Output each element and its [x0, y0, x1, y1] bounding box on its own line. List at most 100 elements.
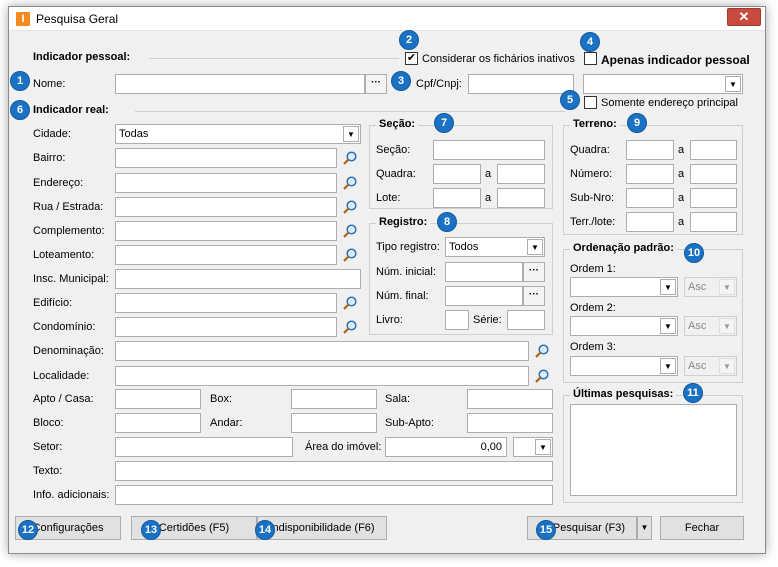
chevron-down-icon: ▼ [343, 126, 359, 142]
ordem-3-dropdown[interactable]: ▼ [570, 356, 678, 376]
setor-input[interactable] [115, 437, 293, 457]
rua-estrada-label: Rua / Estrada: [33, 201, 104, 213]
indicador-pessoal-title: Indicador pessoal: [33, 51, 131, 63]
area-unit-dropdown[interactable]: ▼ [513, 437, 553, 457]
sub-apto-input[interactable] [467, 413, 553, 433]
chevron-down-icon: ▼ [660, 358, 676, 374]
fechar-button[interactable]: Fechar [660, 516, 744, 540]
ordem-1-direction-dropdown[interactable]: Asc ▼ [684, 277, 737, 297]
serie-label: Série: [473, 314, 502, 326]
ordem-2-direction-dropdown[interactable]: Asc ▼ [684, 316, 737, 336]
localidade-input[interactable] [115, 366, 529, 386]
loteamento-input[interactable] [115, 245, 337, 265]
pesquisa-geral-window: I Pesquisa Geral ✕ Indicador pessoal: ✔ … [8, 6, 766, 554]
condominio-input[interactable] [115, 317, 337, 337]
livro-input[interactable] [445, 310, 469, 330]
chevron-down-icon: ▼ [640, 523, 649, 532]
area-imovel-input[interactable]: 0,00 [385, 437, 507, 457]
search-icon[interactable] [342, 223, 358, 239]
secao-label: Seção: [376, 144, 411, 156]
ordem-3-direction-value: Asc [688, 360, 707, 372]
range-separator: a [678, 144, 685, 156]
box-label: Box: [210, 393, 233, 405]
num-inicial-input[interactable] [445, 262, 523, 282]
tipo-registro-dropdown[interactable]: Todos ▼ [445, 237, 545, 257]
terreno-terrlote-from-input[interactable] [626, 212, 674, 232]
ordem-1-dropdown[interactable]: ▼ [570, 277, 678, 297]
insc-municipal-label: Insc. Municipal: [33, 273, 109, 285]
num-final-ellipsis-button[interactable]: ··· [523, 286, 545, 306]
close-button[interactable]: ✕ [727, 8, 761, 26]
tipo-registro-value: Todos [449, 241, 479, 253]
bloco-input[interactable] [115, 413, 201, 433]
denominacao-label: Denominação: [33, 345, 104, 357]
pesquisar-dropdown-button[interactable]: ▼ [637, 516, 652, 540]
cidade-dropdown[interactable]: Todas ▼ [115, 124, 361, 144]
search-icon[interactable] [534, 368, 550, 384]
num-final-input[interactable] [445, 286, 523, 306]
bairro-input[interactable] [115, 148, 337, 168]
considerar-inativos-checkbox[interactable]: ✔ [405, 52, 418, 65]
secao-lote-to-input[interactable] [497, 188, 545, 208]
cpf-cnpj-label: Cpf/Cnpj: [416, 78, 462, 90]
annotation-badge-13: 13 [141, 520, 161, 540]
terreno-numero-from-input[interactable] [626, 164, 674, 184]
terreno-subnro-from-input[interactable] [626, 188, 674, 208]
nome-ellipsis-button[interactable]: ··· [365, 74, 387, 94]
somente-endereco-checkbox[interactable] [584, 96, 597, 109]
range-separator: a [485, 192, 492, 204]
sala-input[interactable] [467, 389, 553, 409]
range-separator: a [485, 168, 492, 180]
nome-input[interactable] [115, 74, 365, 94]
divider [149, 58, 399, 59]
texto-input[interactable] [115, 461, 553, 481]
ordem-3-direction-dropdown[interactable]: Asc ▼ [684, 356, 737, 376]
search-icon[interactable] [534, 343, 550, 359]
secao-input[interactable] [433, 140, 545, 160]
range-separator: a [678, 168, 685, 180]
secao-lote-from-input[interactable] [433, 188, 481, 208]
range-separator: a [678, 216, 685, 228]
ordem-2-dropdown[interactable]: ▼ [570, 316, 678, 336]
rua-estrada-input[interactable] [115, 197, 337, 217]
search-icon[interactable] [342, 247, 358, 263]
search-icon[interactable] [342, 150, 358, 166]
cpf-type-dropdown[interactable]: ▼ [583, 74, 743, 94]
secao-quadra-from-input[interactable] [433, 164, 481, 184]
ultimas-pesquisas-title: Últimas pesquisas: [570, 388, 677, 400]
registro-group-title: Registro: [376, 216, 431, 228]
ultimas-pesquisas-list[interactable] [570, 404, 737, 496]
terreno-terrlote-to-input[interactable] [690, 212, 737, 232]
search-icon[interactable] [342, 199, 358, 215]
terreno-quadra-to-input[interactable] [690, 140, 737, 160]
sala-label: Sala: [385, 393, 411, 405]
complemento-input[interactable] [115, 221, 337, 241]
terreno-numero-to-input[interactable] [690, 164, 737, 184]
insc-municipal-input[interactable] [115, 269, 361, 289]
apenas-indicador-checkbox[interactable] [584, 52, 597, 65]
search-icon[interactable] [342, 175, 358, 191]
terreno-quadra-from-input[interactable] [626, 140, 674, 160]
edificio-input[interactable] [115, 293, 337, 313]
annotation-badge-1: 1 [10, 71, 30, 91]
num-inicial-ellipsis-button[interactable]: ··· [523, 262, 545, 282]
box-input[interactable] [291, 389, 377, 409]
texto-label: Texto: [33, 465, 63, 477]
ordem-2-direction-value: Asc [688, 320, 707, 332]
andar-input[interactable] [291, 413, 377, 433]
chevron-down-icon: ▼ [719, 318, 735, 334]
secao-quadra-to-input[interactable] [497, 164, 545, 184]
annotation-badge-12: 12 [18, 520, 38, 540]
denominacao-input[interactable] [115, 341, 529, 361]
endereco-input[interactable] [115, 173, 337, 193]
apto-casa-input[interactable] [115, 389, 201, 409]
cpf-cnpj-input[interactable] [468, 74, 574, 94]
search-icon[interactable] [342, 319, 358, 335]
loteamento-label: Loteamento: [33, 249, 95, 261]
indisponibilidade-button[interactable]: Indisponibilidade (F6) [257, 516, 387, 540]
search-icon[interactable] [342, 295, 358, 311]
serie-input[interactable] [507, 310, 545, 330]
apenas-indicador-label: Apenas indicador pessoal [601, 53, 750, 67]
info-adicionais-input[interactable] [115, 485, 553, 505]
terreno-subnro-to-input[interactable] [690, 188, 737, 208]
